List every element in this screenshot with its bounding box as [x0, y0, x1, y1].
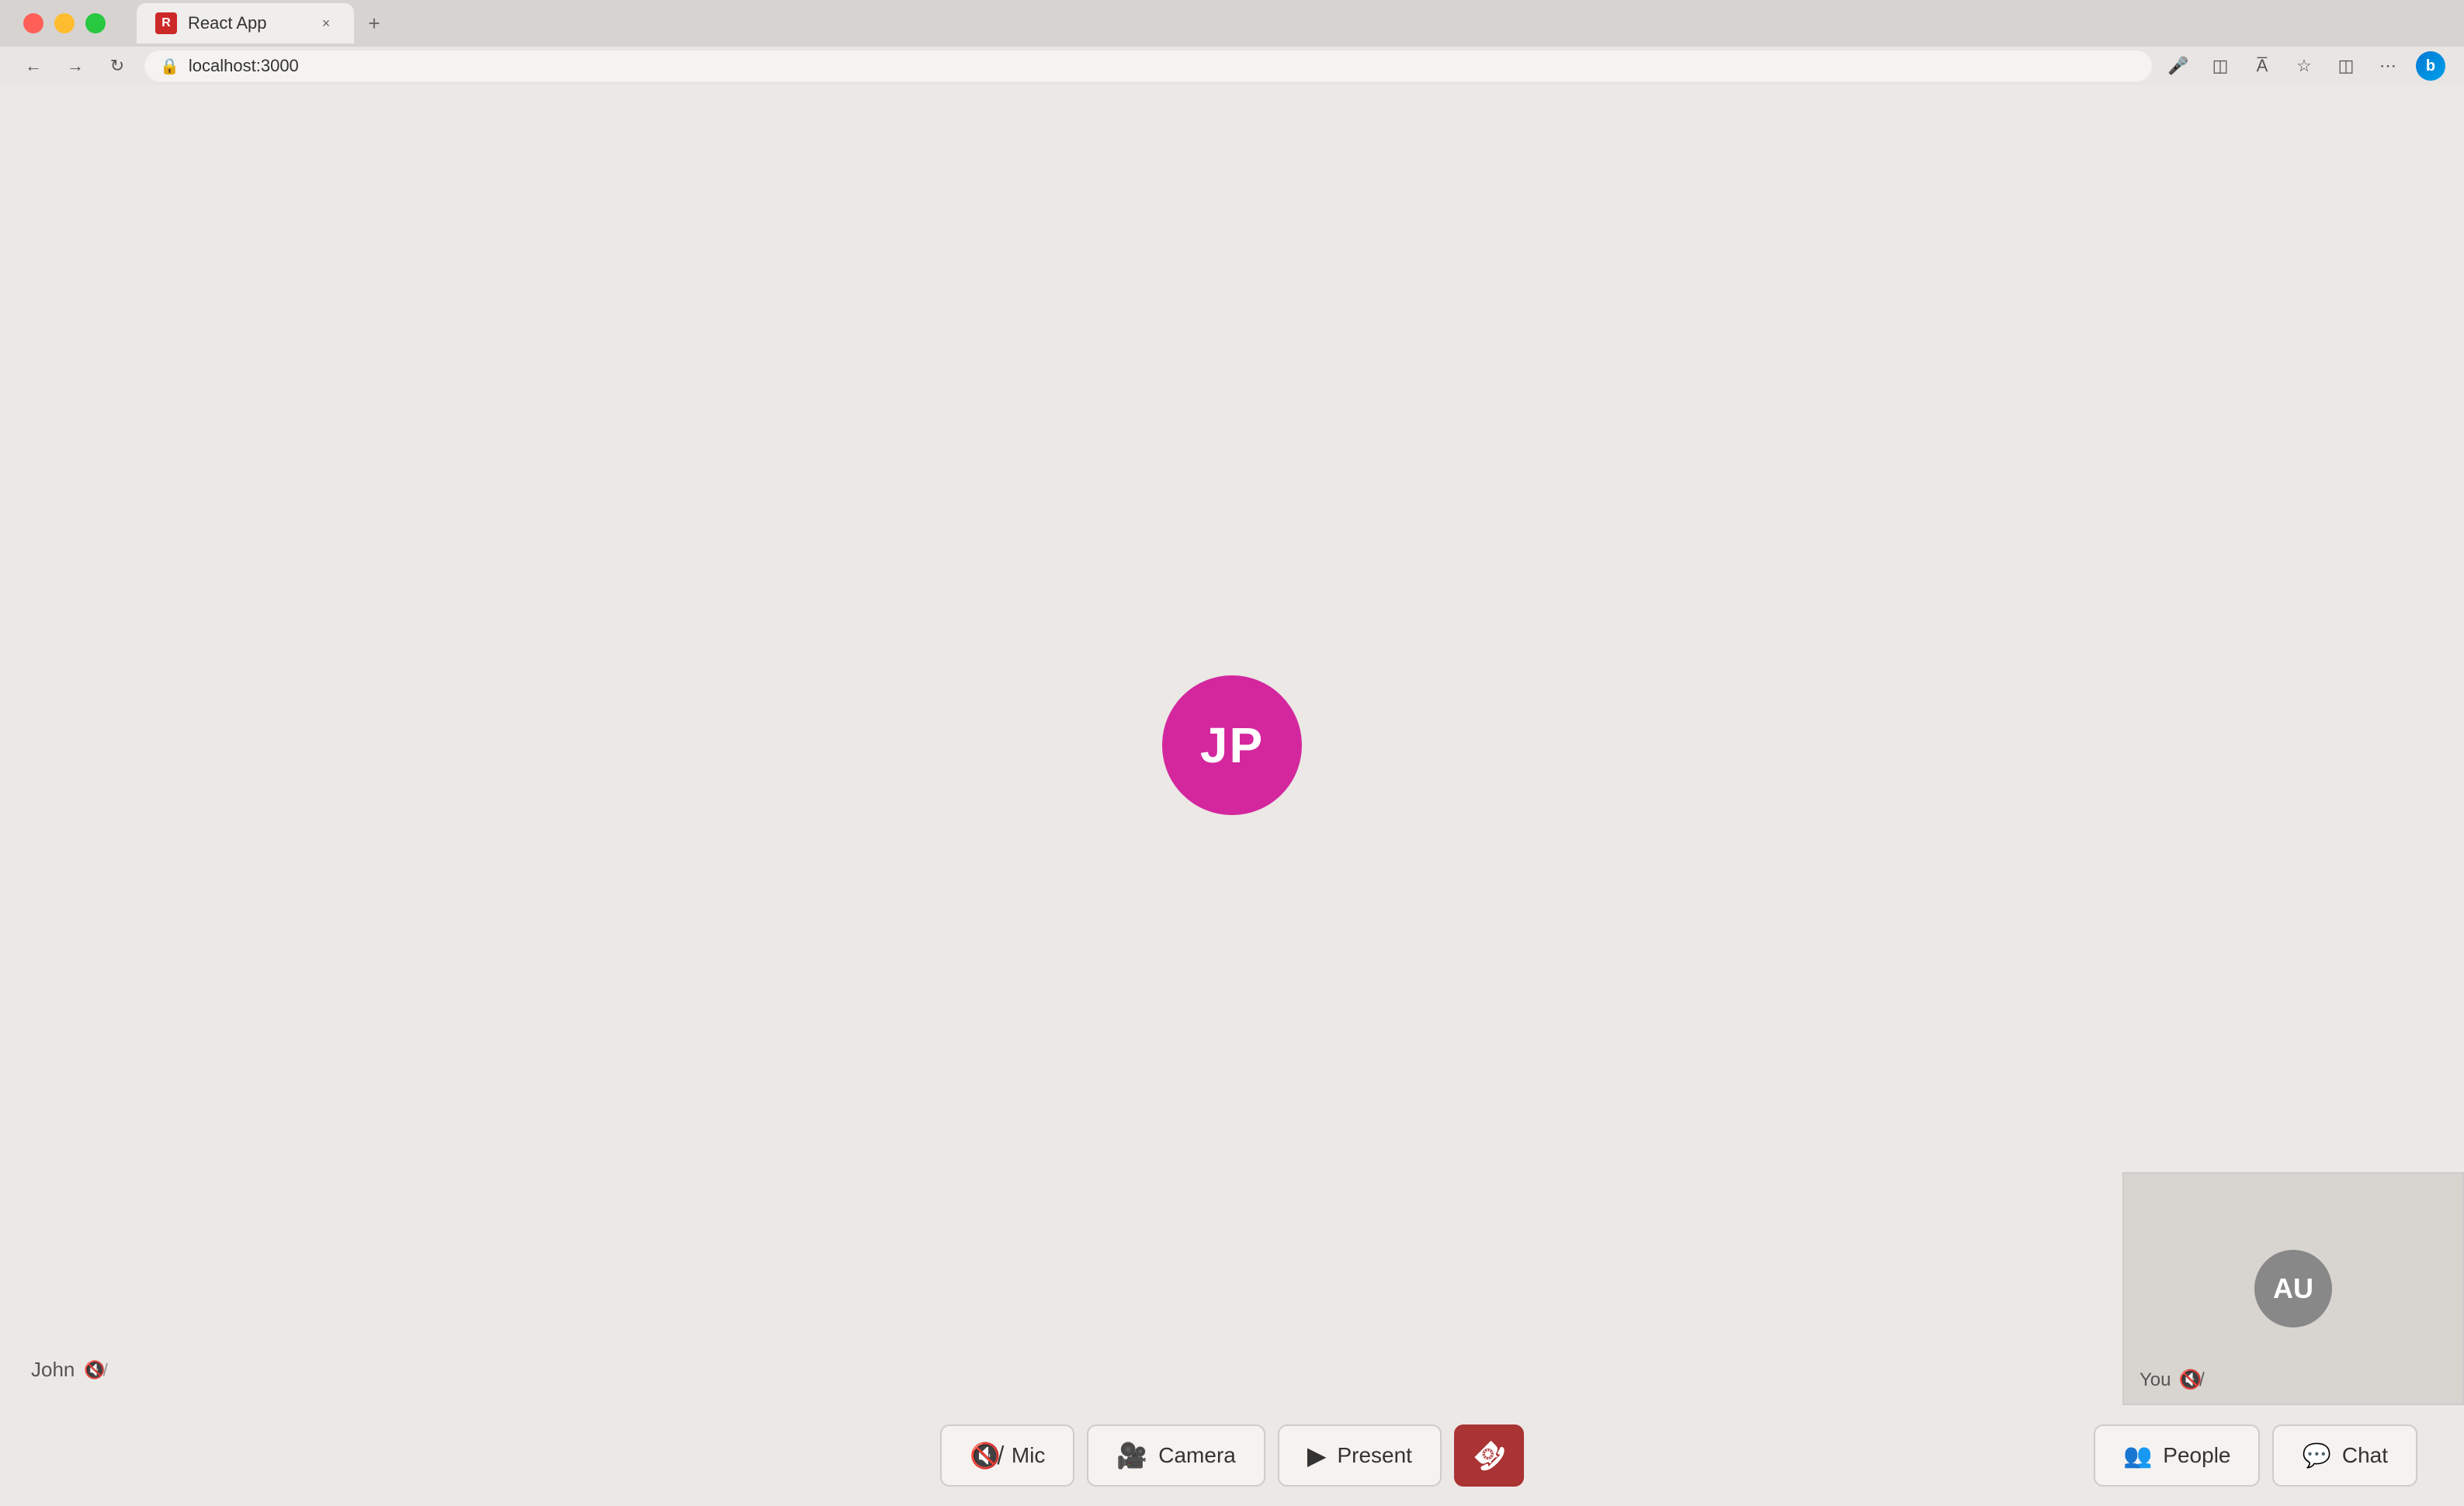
- participant-name-label: John 🔇̸: [31, 1358, 106, 1382]
- forward-button[interactable]: →: [61, 51, 90, 81]
- end-call-button[interactable]: ☎: [1454, 1424, 1524, 1487]
- self-view-panel: AU You 🔇̸: [2122, 1172, 2464, 1405]
- camera-label: Camera: [1158, 1443, 1236, 1468]
- tab-favicon: R: [155, 12, 177, 34]
- back-button[interactable]: ←: [19, 51, 48, 81]
- participant-avatar-jp: JP: [1162, 675, 1302, 815]
- self-mute-icon: 🔇̸: [2179, 1369, 2202, 1391]
- controls-right: 👥 People 💬 Chat: [2094, 1424, 2417, 1487]
- browser-toolbar-icons: 🎤 ◫ A̅ ☆ ◫ ⋯ b: [2164, 51, 2445, 81]
- favorites-icon[interactable]: ☆: [2290, 52, 2318, 80]
- tab-close-button[interactable]: ×: [317, 14, 335, 33]
- participant-name: John: [31, 1358, 75, 1382]
- browser-titlebar: R React App × +: [0, 0, 2464, 47]
- self-view-label: You 🔇̸: [2140, 1369, 2202, 1391]
- people-icon: 👥: [2123, 1442, 2152, 1470]
- mic-toolbar-icon[interactable]: 🎤: [2164, 52, 2192, 80]
- address-bar-url: localhost:3000: [189, 56, 299, 76]
- maximize-traffic-light[interactable]: [85, 13, 106, 33]
- close-traffic-light[interactable]: [23, 13, 43, 33]
- browser-tabs: R React App × +: [137, 3, 2441, 43]
- minimize-traffic-light[interactable]: [54, 13, 75, 33]
- tab-title: React App: [188, 13, 306, 33]
- browser-tab-active[interactable]: R React App ×: [137, 3, 354, 43]
- chat-button[interactable]: 💬 Chat: [2272, 1424, 2417, 1487]
- browser-toolbar: ← → ↻ 🔒 localhost:3000 🎤 ◫ A̅ ☆ ◫ ⋯ b: [0, 47, 2464, 85]
- controls-center: 🔇̸ Mic 🎥 Camera ▶ Present ☎: [940, 1424, 1524, 1487]
- camera-icon: 🎥: [1116, 1441, 1147, 1470]
- bing-copilot-icon[interactable]: b: [2416, 51, 2445, 81]
- mic-button[interactable]: 🔇̸ Mic: [940, 1424, 1074, 1487]
- browser-chrome: R React App × + ← → ↻ 🔒 localhost:3000 🎤…: [0, 0, 2464, 85]
- mute-icon: 🔇̸: [84, 1360, 105, 1380]
- main-video-area: JP John 🔇̸ AU You 🔇̸: [0, 85, 2464, 1405]
- split-screen-icon[interactable]: ◫: [2332, 52, 2360, 80]
- chat-label: Chat: [2342, 1443, 2388, 1468]
- self-view-avatar: AU: [2254, 1250, 2332, 1327]
- read-aloud-icon[interactable]: A̅: [2248, 52, 2276, 80]
- present-label: Present: [1337, 1443, 1412, 1468]
- people-button[interactable]: 👥 People: [2094, 1424, 2261, 1487]
- people-label: People: [2163, 1443, 2230, 1468]
- present-button[interactable]: ▶ Present: [1278, 1424, 1442, 1487]
- chat-icon: 💬: [2302, 1442, 2330, 1470]
- end-call-icon: ☎: [1465, 1431, 1512, 1479]
- camera-button[interactable]: 🎥 Camera: [1087, 1424, 1265, 1487]
- traffic-lights: [23, 13, 106, 33]
- extensions-icon[interactable]: ◫: [2206, 52, 2234, 80]
- bottom-controls-bar: 🔇̸ Mic 🎥 Camera ▶ Present ☎ 👥 Peopl: [0, 1405, 2464, 1506]
- present-icon: ▶: [1307, 1441, 1327, 1470]
- address-bar-lock-icon: 🔒: [160, 57, 179, 76]
- new-tab-button[interactable]: +: [357, 6, 391, 40]
- address-bar[interactable]: 🔒 localhost:3000: [144, 50, 2152, 82]
- you-text: You: [2140, 1369, 2171, 1391]
- app-content: JP John 🔇̸ AU You 🔇̸ 🔇̸ Mic 🎥 Cam: [0, 85, 2464, 1506]
- mic-icon: 🔇̸: [970, 1441, 1001, 1470]
- refresh-button[interactable]: ↻: [102, 51, 132, 81]
- browser-settings-icon[interactable]: ⋯: [2374, 52, 2402, 80]
- mic-label: Mic: [1012, 1443, 1046, 1468]
